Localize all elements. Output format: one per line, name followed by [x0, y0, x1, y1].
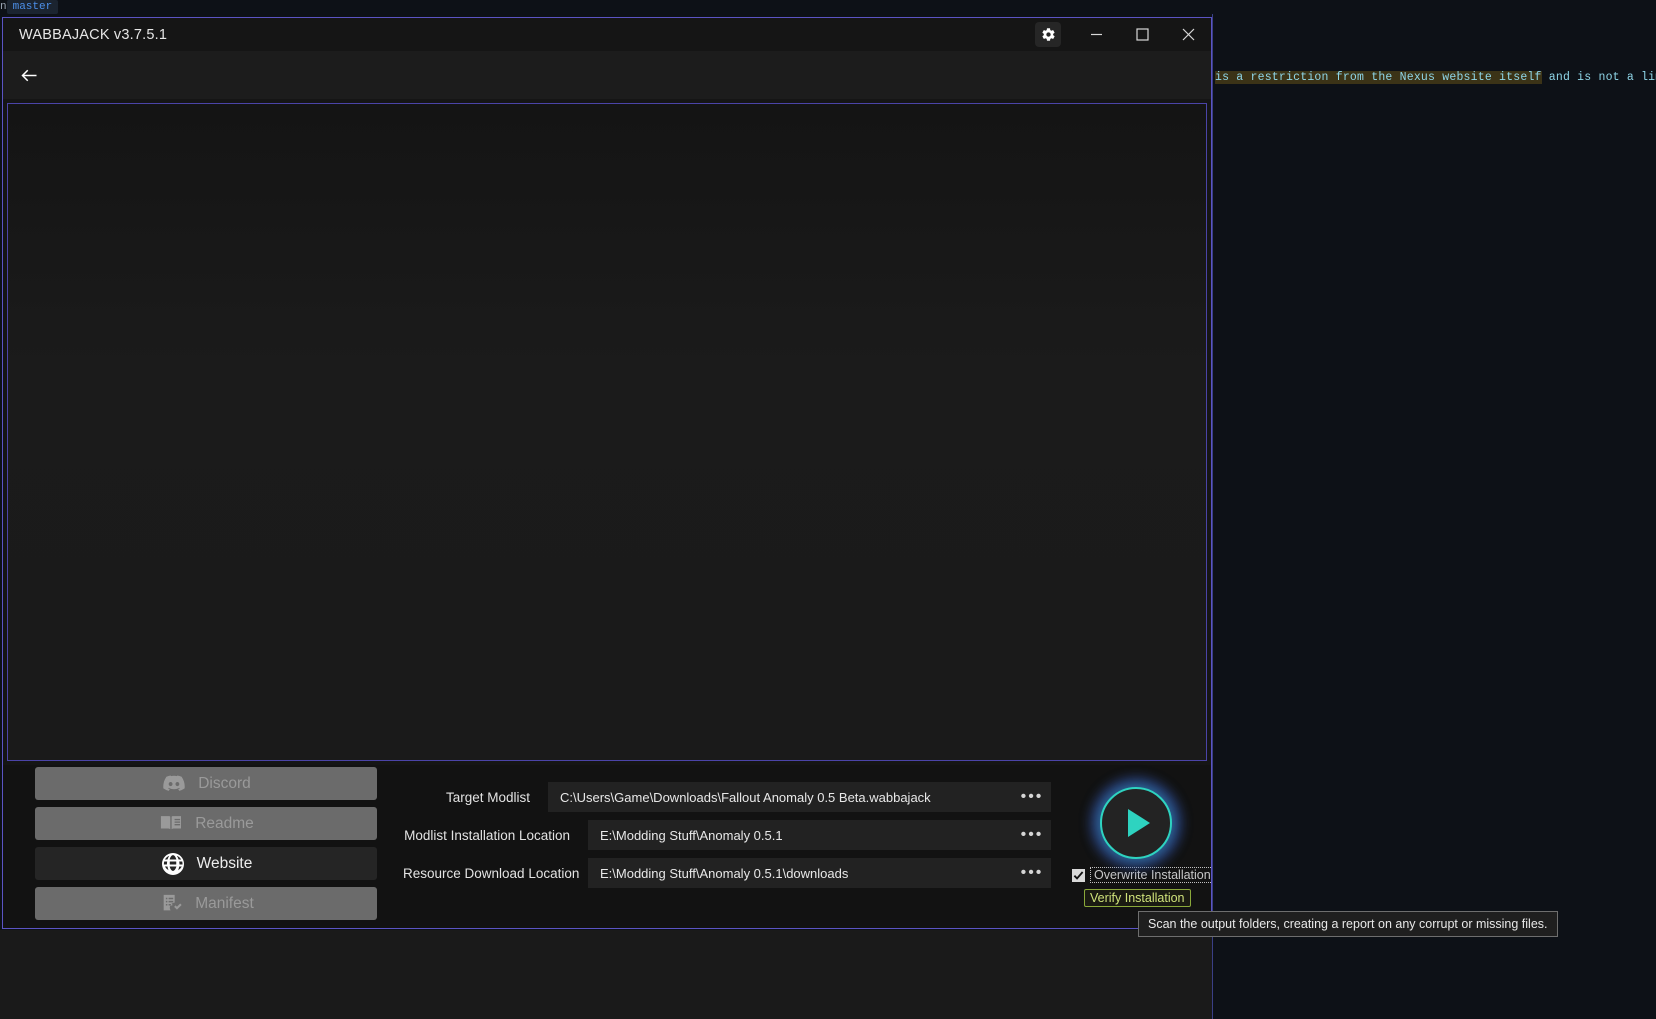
target-modlist-browse-button[interactable]: •••	[1013, 782, 1051, 812]
verify-installation-button[interactable]: Verify Installation	[1084, 889, 1191, 907]
branch-indicator: n master	[0, 0, 59, 14]
manifest-icon	[158, 892, 184, 916]
settings-gear-icon[interactable]	[1035, 22, 1061, 47]
back-arrow-icon	[20, 69, 36, 81]
target-modlist-label: Target Modlist	[445, 789, 530, 805]
download-location-field[interactable]: E:\Modding Stuff\Anomaly 0.5.1\downloads…	[588, 858, 1051, 888]
readme-glyph	[161, 816, 182, 830]
close-button[interactable]	[1165, 18, 1211, 51]
modlist-content-panel	[7, 103, 1207, 761]
readme-button-label: Readme	[195, 814, 254, 832]
play-icon	[1128, 809, 1150, 837]
website-button-label: Website	[196, 854, 253, 872]
website-button[interactable]: Website	[35, 847, 377, 880]
maximize-button[interactable]	[1119, 18, 1165, 51]
window-titlebar[interactable]: WABBAJACK v3.7.5.1	[3, 18, 1211, 51]
download-location-value: E:\Modding Stuff\Anomaly 0.5.1\downloads	[600, 865, 849, 881]
editor-tabstrip: n master	[0, 0, 1656, 14]
discord-button-label: Discord	[198, 774, 251, 792]
link-buttons-group: Discord Readme Website Manifest	[35, 767, 377, 920]
globe-glyph	[161, 852, 184, 875]
manifest-button[interactable]: Manifest	[35, 887, 377, 920]
readme-button[interactable]: Readme	[35, 807, 377, 840]
target-modlist-row: Target Modlist C:\Users\Game\Downloads\F…	[403, 782, 1051, 812]
install-action-group: Overwrite Installation Verify Installati…	[1072, 773, 1211, 907]
wabbajack-window: WABBAJACK v3.7.5.1 Discord Readme Websit…	[2, 17, 1212, 929]
target-modlist-value: C:\Users\Game\Downloads\Fallout Anomaly …	[560, 789, 931, 805]
window-controls	[1035, 18, 1211, 51]
install-location-label: Modlist Installation Location	[404, 827, 570, 843]
install-location-row: Modlist Installation Location E:\Modding…	[403, 820, 1051, 850]
console-line: is a restriction from the Nexus website …	[1215, 71, 1656, 84]
play-button-wrapper	[1084, 773, 1189, 873]
verify-installation-tooltip: Scan the output folders, creating a repo…	[1138, 911, 1558, 937]
window-title: WABBAJACK v3.7.5.1	[19, 26, 168, 43]
minimize-button[interactable]	[1073, 18, 1119, 51]
install-location-browse-button[interactable]: •••	[1013, 820, 1051, 850]
discord-icon	[161, 772, 187, 796]
install-settings-form: Target Modlist C:\Users\Game\Downloads\F…	[403, 782, 1051, 896]
bottom-bar: Discord Readme Website Manifest Target M…	[3, 765, 1211, 928]
checkmark-icon	[1073, 870, 1084, 880]
readme-icon	[158, 812, 184, 836]
install-location-field[interactable]: E:\Modding Stuff\Anomaly 0.5.1 •••	[588, 820, 1051, 850]
branch-name: master	[6, 0, 59, 14]
install-location-value: E:\Modding Stuff\Anomaly 0.5.1	[600, 827, 783, 843]
discord-glyph	[163, 775, 185, 791]
navigation-bar	[3, 51, 1211, 99]
background-lower-area	[0, 930, 1212, 1019]
console-line-highlight: is a restriction from the Nexus website …	[1215, 71, 1542, 84]
main-content-area	[3, 99, 1211, 765]
download-location-row: Resource Download Location E:\Modding St…	[403, 858, 1051, 888]
maximize-icon	[1135, 28, 1149, 41]
manifest-glyph	[163, 894, 182, 910]
download-location-label: Resource Download Location	[403, 865, 580, 881]
download-location-browse-button[interactable]: •••	[1013, 858, 1051, 888]
minimize-icon	[1090, 33, 1102, 36]
globe-icon	[160, 852, 186, 876]
back-button[interactable]	[12, 58, 46, 92]
discord-button[interactable]: Discord	[35, 767, 377, 800]
background-console-pane: is a restriction from the Nexus website …	[1212, 14, 1656, 1019]
console-line-rest: and is not a limi	[1548, 71, 1656, 84]
manifest-button-label: Manifest	[195, 894, 254, 912]
close-icon	[1182, 28, 1194, 41]
editor-prefix-text: n	[0, 1, 7, 13]
target-modlist-field[interactable]: C:\Users\Game\Downloads\Fallout Anomaly …	[548, 782, 1051, 812]
gear-glyph	[1041, 28, 1055, 41]
begin-install-button[interactable]	[1100, 787, 1172, 859]
